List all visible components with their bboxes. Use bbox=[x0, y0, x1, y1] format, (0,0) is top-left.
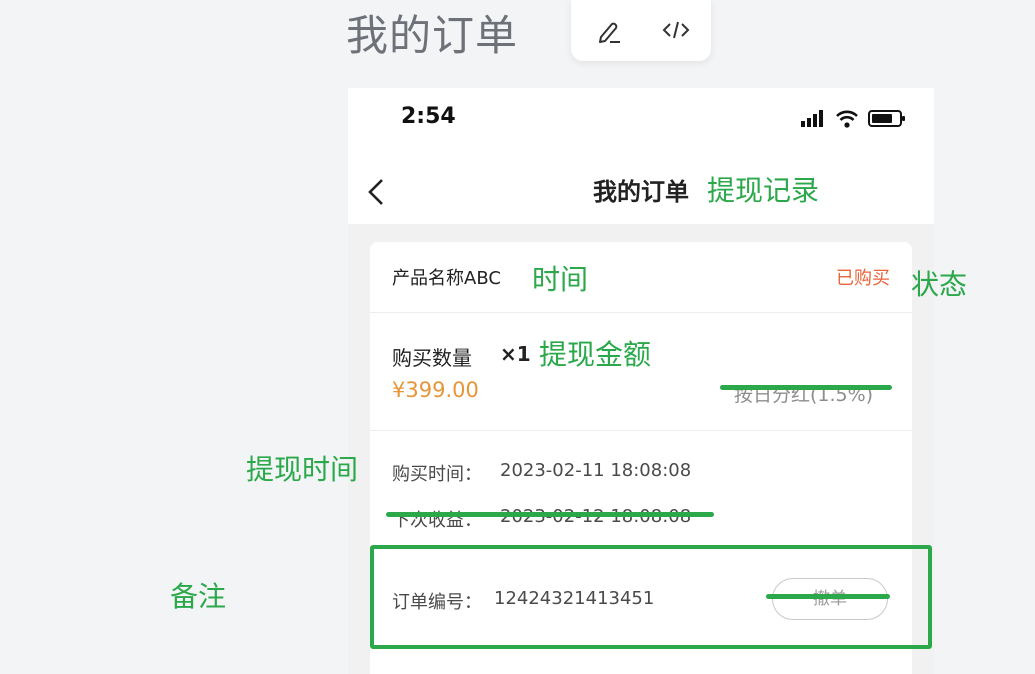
next-income-label: 下次收益： bbox=[392, 510, 482, 531]
nav-title: 我的订单 bbox=[593, 178, 689, 206]
purchase-time-label: 购买时间： bbox=[392, 464, 482, 485]
strike-dividend bbox=[720, 385, 892, 390]
pencil-icon bbox=[599, 22, 620, 43]
code-button[interactable] bbox=[651, 8, 697, 48]
wifi-icon bbox=[836, 110, 858, 128]
highlight-box-order-number bbox=[370, 545, 932, 649]
next-order-card[interactable] bbox=[370, 658, 912, 674]
divider bbox=[370, 312, 912, 313]
order-status: 已购买 bbox=[836, 268, 890, 289]
purchase-time-value: 2023-02-11 18:08:08 bbox=[500, 460, 692, 481]
divider bbox=[370, 430, 912, 431]
code-icon bbox=[662, 21, 690, 39]
order-price: ¥399.00 bbox=[392, 378, 479, 402]
edit-button[interactable] bbox=[583, 8, 629, 48]
annotation-time-note: 提现时间 bbox=[246, 453, 359, 486]
annotation-quantity-note: 提现金额 bbox=[539, 338, 652, 371]
battery-icon bbox=[868, 110, 905, 127]
annotation-name-note: 时间 bbox=[532, 263, 589, 296]
quantity-value: ×1 bbox=[500, 342, 531, 366]
status-time: 2:54 bbox=[401, 104, 456, 129]
page-heading: 我的订单 bbox=[346, 11, 519, 60]
product-name: 产品名称ABC bbox=[392, 268, 501, 289]
quantity-label: 购买数量 bbox=[392, 346, 472, 370]
annotation-nav-note: 提现记录 bbox=[707, 174, 820, 207]
annotation-status-note: 状态 bbox=[911, 268, 968, 301]
signal-icon bbox=[801, 110, 823, 127]
app-header: 2:54 我的订单 bbox=[348, 88, 934, 224]
status-icons bbox=[799, 108, 909, 134]
floating-toolbar bbox=[571, 0, 711, 61]
strike-next-income bbox=[386, 512, 714, 517]
annotation-order-note: 备注 bbox=[170, 580, 227, 613]
